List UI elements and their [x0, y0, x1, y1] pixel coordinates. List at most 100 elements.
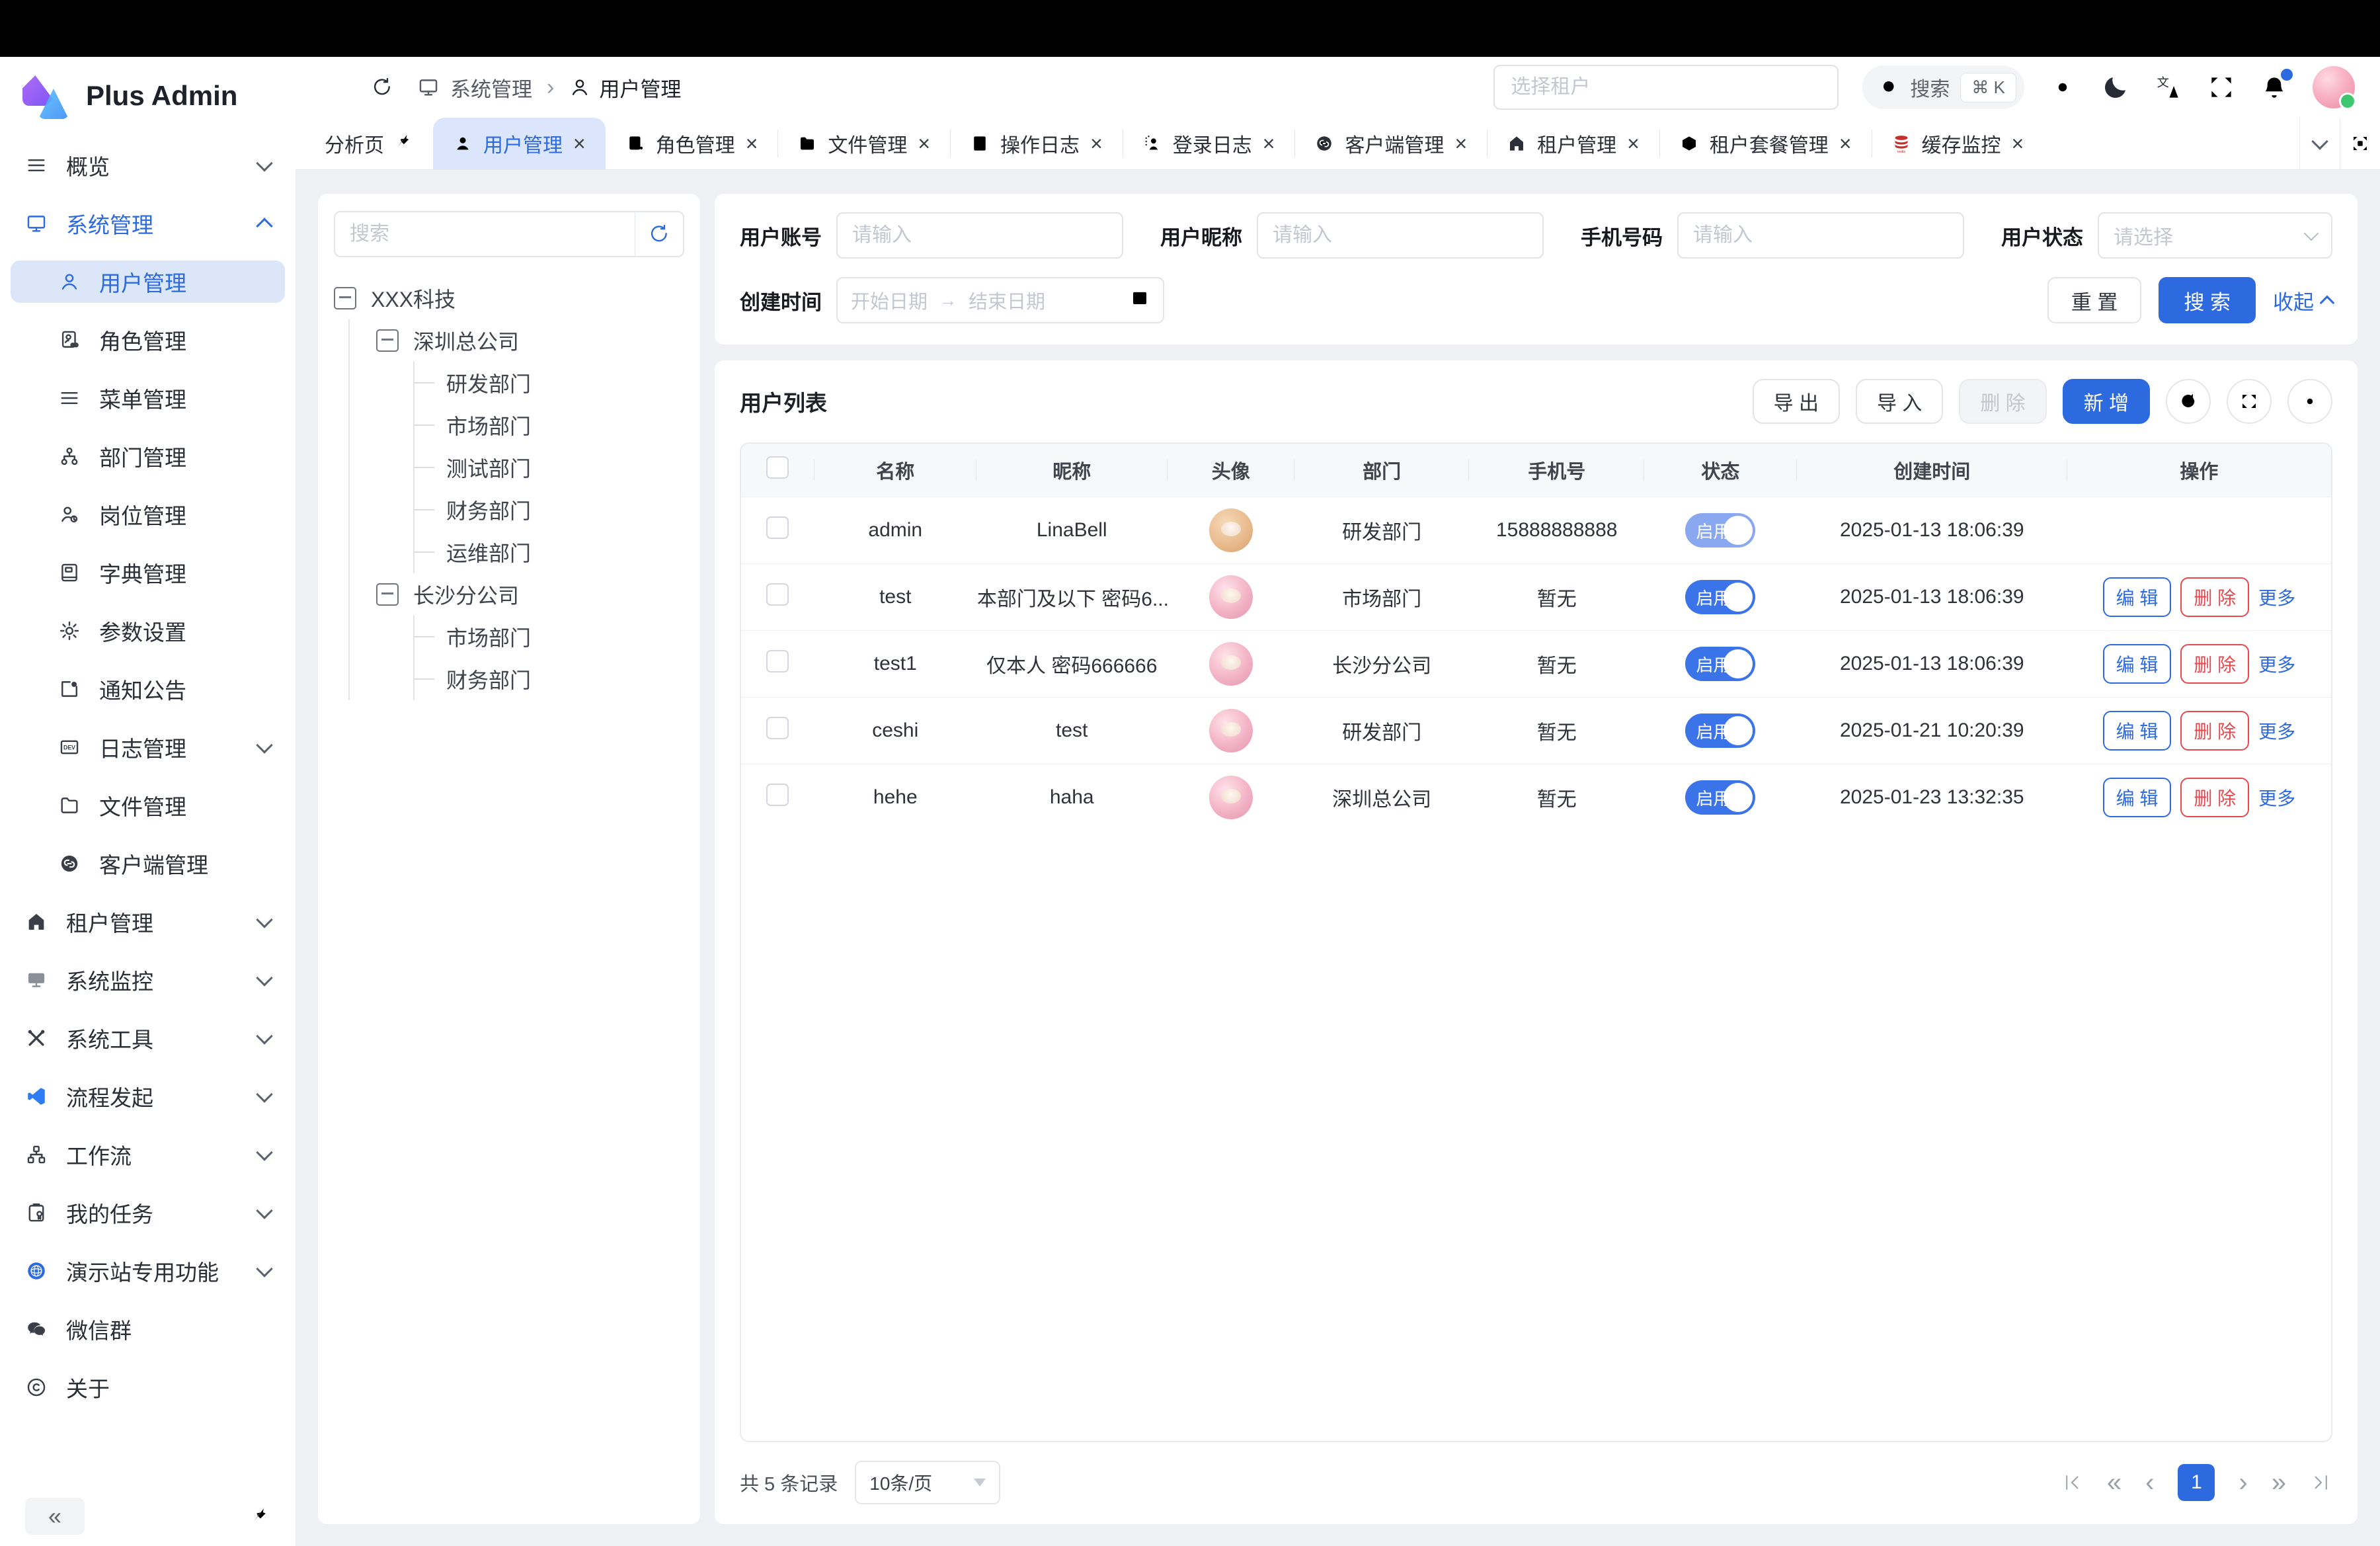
tab-login-log[interactable]: 登录日志	[1123, 118, 1295, 169]
tree-node-leaf[interactable]: 市场部门	[415, 616, 684, 658]
tree-collapse-icon[interactable]	[376, 329, 399, 352]
row-checkbox[interactable]	[766, 784, 789, 806]
status-toggle[interactable]: 启用	[1685, 713, 1755, 748]
date-range-picker[interactable]: 开始日期 结束日期	[836, 277, 1164, 323]
collapse-filter-link[interactable]: 收起	[2273, 286, 2332, 315]
edit-button[interactable]: 编 辑	[2103, 711, 2172, 751]
account-input[interactable]	[836, 212, 1123, 259]
notification-bell-icon[interactable]	[2260, 73, 2289, 102]
sidebar-item-client-mgmt[interactable]: 客户端管理	[11, 842, 285, 885]
delete-button[interactable]: 删 除	[1959, 379, 2046, 424]
tabs-dropdown-button[interactable]	[2299, 118, 2340, 169]
close-icon[interactable]	[1839, 133, 1852, 154]
refresh-icon[interactable]	[371, 76, 393, 99]
sidebar-item-log-mgmt[interactable]: 日志管理	[11, 726, 285, 768]
sidebar-item-wechat-group[interactable]: 微信群	[11, 1308, 285, 1350]
sidebar-item-menu-mgmt[interactable]: 菜单管理	[11, 377, 285, 419]
delete-row-button[interactable]: 删 除	[2180, 778, 2249, 817]
page-size-select[interactable]: 10条/页	[855, 1461, 1000, 1504]
tree-collapse-icon[interactable]	[376, 583, 399, 606]
sidebar-item-dept-mgmt[interactable]: 部门管理	[11, 435, 285, 477]
close-icon[interactable]	[573, 133, 586, 154]
tab-tenant-mgmt[interactable]: 租户管理	[1487, 118, 1659, 169]
sidebar-item-dict-mgmt[interactable]: 字典管理	[11, 551, 285, 594]
tree-search-input[interactable]	[335, 223, 635, 245]
sidebar-item-demo-features[interactable]: 演示站专用功能	[11, 1250, 285, 1292]
pin-icon[interactable]	[395, 132, 413, 155]
edit-button[interactable]: 编 辑	[2103, 644, 2172, 684]
status-toggle[interactable]: 启用	[1685, 780, 1755, 815]
row-checkbox[interactable]	[766, 583, 789, 606]
close-icon[interactable]	[1263, 133, 1275, 154]
pin-icon[interactable]	[251, 1505, 270, 1528]
sidebar-item-overview[interactable]: 概览	[11, 144, 285, 186]
row-checkbox[interactable]	[766, 516, 789, 539]
gear-icon[interactable]	[2048, 73, 2077, 102]
status-select[interactable]: 请选择	[2098, 212, 2332, 259]
close-icon[interactable]	[1454, 133, 1467, 154]
delete-row-button[interactable]: 删 除	[2180, 711, 2249, 751]
tab-operation-log[interactable]: 操作日志	[950, 118, 1123, 169]
tree-node-leaf[interactable]: 运维部门	[415, 531, 684, 573]
dark-mode-moon-icon[interactable]	[2101, 73, 2130, 102]
sidebar-item-my-tasks[interactable]: 我的任务	[11, 1192, 285, 1234]
tab-cache-monitor[interactable]: 缓存监控	[1872, 118, 2044, 169]
export-button[interactable]: 导 出	[1753, 379, 1840, 424]
more-link[interactable]: 更多	[2258, 655, 2295, 675]
last-page-button[interactable]	[2310, 1471, 2332, 1494]
sidebar-item-user-mgmt[interactable]: 用户管理	[11, 261, 285, 303]
sidebar-item-post-mgmt[interactable]: 岗位管理	[11, 493, 285, 536]
tree-collapse-icon[interactable]	[334, 287, 356, 309]
sidebar-item-notice[interactable]: 通知公告	[11, 668, 285, 710]
next-jump-button[interactable]	[2272, 1469, 2286, 1496]
tab-client-mgmt[interactable]: 客户端管理	[1294, 118, 1487, 169]
tree-node-branch[interactable]: 长沙分公司	[350, 573, 684, 616]
table-settings-button[interactable]	[2287, 379, 2332, 424]
table-refresh-button[interactable]	[2166, 379, 2211, 424]
sidebar-item-about[interactable]: 关于	[11, 1366, 285, 1408]
tree-node-branch[interactable]: 深圳总公司	[350, 319, 684, 362]
more-link[interactable]: 更多	[2258, 788, 2295, 809]
tree-node-leaf[interactable]: 市场部门	[415, 404, 684, 446]
status-toggle[interactable]: 启用	[1685, 647, 1755, 681]
close-icon[interactable]	[746, 133, 758, 154]
tree-node-root[interactable]: XXX科技	[334, 277, 684, 319]
close-icon[interactable]	[2012, 133, 2024, 154]
tab-role-mgmt[interactable]: 角色管理	[606, 118, 778, 169]
sidebar-item-file-mgmt[interactable]: 文件管理	[11, 784, 285, 827]
sidebar-item-workflow[interactable]: 工作流	[11, 1133, 285, 1176]
table-fullscreen-button[interactable]	[2227, 379, 2272, 424]
edit-button[interactable]: 编 辑	[2103, 577, 2172, 617]
sidebar-item-system-mgmt[interactable]: 系统管理	[11, 202, 285, 245]
row-checkbox[interactable]	[766, 650, 789, 672]
tree-node-leaf[interactable]: 财务部门	[415, 658, 684, 700]
import-button[interactable]: 导 入	[1856, 379, 1943, 424]
close-icon[interactable]	[1090, 133, 1103, 154]
reset-button[interactable]: 重 置	[2047, 277, 2142, 323]
sidebar-collapse-button[interactable]: «	[25, 1498, 85, 1535]
add-button[interactable]: 新 增	[2063, 379, 2150, 424]
sidebar-item-process-start[interactable]: 流程发起	[11, 1075, 285, 1118]
global-search-button[interactable]: 搜索 ⌘ K	[1862, 65, 2024, 109]
row-checkbox[interactable]	[766, 717, 789, 739]
delete-row-button[interactable]: 删 除	[2180, 644, 2249, 684]
nickname-input[interactable]	[1257, 212, 1544, 259]
tenant-select-input[interactable]	[1493, 65, 1839, 110]
sidebar-item-tenant-mgmt[interactable]: 租户管理	[11, 901, 285, 943]
status-toggle[interactable]: 启用	[1685, 580, 1755, 614]
tree-refresh-icon[interactable]	[635, 223, 683, 245]
close-icon[interactable]	[1627, 133, 1640, 154]
prev-page-button[interactable]	[2145, 1469, 2154, 1496]
phone-input[interactable]	[1677, 212, 1964, 259]
select-all-checkbox[interactable]	[766, 456, 789, 479]
sidebar-item-param-settings[interactable]: 参数设置	[11, 610, 285, 652]
translate-icon[interactable]	[2154, 73, 2183, 102]
next-page-button[interactable]	[2239, 1469, 2247, 1496]
status-toggle[interactable]: 启用	[1685, 513, 1755, 548]
hamburger-menu-icon[interactable]	[321, 74, 347, 101]
sidebar-item-system-tools[interactable]: 系统工具	[11, 1017, 285, 1059]
close-icon[interactable]	[918, 133, 930, 154]
tree-node-leaf[interactable]: 财务部门	[415, 489, 684, 531]
tab-user-mgmt[interactable]: 用户管理	[433, 118, 606, 169]
tab-tenant-package-mgmt[interactable]: 租户套餐管理	[1659, 118, 1872, 169]
